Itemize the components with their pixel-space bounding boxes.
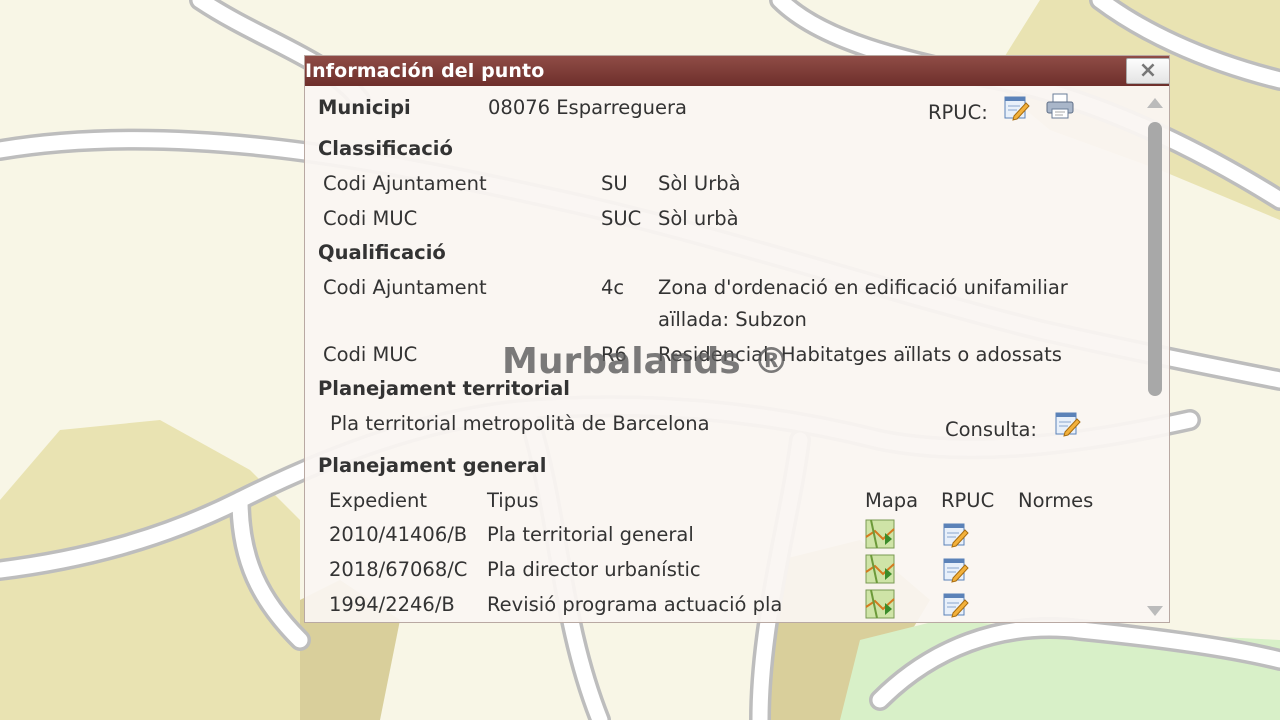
table-row-expedient: 1994/2246/B	[329, 593, 455, 616]
municipi-label: Municipi	[318, 96, 411, 119]
rpuc-label: RPUC:	[928, 101, 988, 124]
scroll-down-arrow-icon[interactable]	[1147, 606, 1163, 616]
qualificacio-heading: Qualificació	[318, 241, 446, 264]
municipi-value: 08076 Esparreguera	[488, 96, 687, 119]
info-dialog: Información del punto × Municipi 08076 E…	[304, 55, 1170, 623]
classificacio-row-label: Codi Ajuntament	[323, 172, 487, 195]
qualificacio-row-label: Codi MUC	[323, 343, 418, 366]
map-icon[interactable]	[865, 519, 895, 549]
territorial-value: Pla territorial metropolità de Barcelona	[330, 412, 710, 435]
table-row-tipus: Revisió programa actuació pla	[487, 593, 783, 616]
close-button[interactable]: ×	[1126, 58, 1169, 84]
classificacio-row-desc: Sòl Urbà	[658, 172, 741, 195]
table-row-tipus: Pla director urbanístic	[487, 558, 701, 581]
map-icon[interactable]	[865, 554, 895, 584]
consulta-edit-icon[interactable]	[1054, 410, 1081, 437]
col-header-tipus: Tipus	[487, 489, 539, 512]
classificacio-heading: Classificació	[318, 137, 453, 160]
col-header-normes: Normes	[1018, 489, 1094, 512]
qualificacio-row-code: 4c	[601, 276, 625, 299]
qualificacio-row-label: Codi Ajuntament	[323, 276, 487, 299]
qualificacio-row-desc-cont: aïllada: Subzon	[658, 308, 807, 331]
col-header-mapa: Mapa	[865, 489, 919, 512]
watermark: Murbalands ®	[502, 341, 790, 382]
scrollbar-thumb[interactable]	[1148, 122, 1162, 396]
col-header-expedient: Expedient	[329, 489, 428, 512]
table-row-expedient: 2018/67068/C	[329, 558, 468, 581]
classificacio-row-desc: Sòl urbà	[658, 207, 739, 230]
classificacio-row-code: SU	[601, 172, 628, 195]
table-row-expedient: 2010/41406/B	[329, 523, 468, 546]
scroll-up-arrow-icon[interactable]	[1147, 98, 1163, 108]
table-row-tipus: Pla territorial general	[487, 523, 694, 546]
rpuc-edit-icon[interactable]	[942, 591, 969, 618]
edit-document-icon[interactable]	[1003, 94, 1030, 121]
classificacio-row-code: SUC	[601, 207, 642, 230]
consulta-label: Consulta:	[945, 418, 1038, 441]
rpuc-edit-icon[interactable]	[942, 556, 969, 583]
col-header-rpuc: RPUC	[941, 489, 995, 512]
qualificacio-row-desc: Zona d'ordenació en edificació unifamili…	[658, 276, 1068, 299]
classificacio-row-label: Codi MUC	[323, 207, 418, 230]
general-heading: Planejament general	[318, 454, 547, 477]
vertical-scrollbar[interactable]	[1143, 92, 1167, 620]
dialog-titlebar[interactable]: Información del punto ×	[305, 56, 1169, 86]
map-icon[interactable]	[865, 589, 895, 619]
print-icon[interactable]	[1045, 92, 1074, 119]
rpuc-edit-icon[interactable]	[942, 521, 969, 548]
dialog-title: Información del punto	[305, 60, 545, 82]
